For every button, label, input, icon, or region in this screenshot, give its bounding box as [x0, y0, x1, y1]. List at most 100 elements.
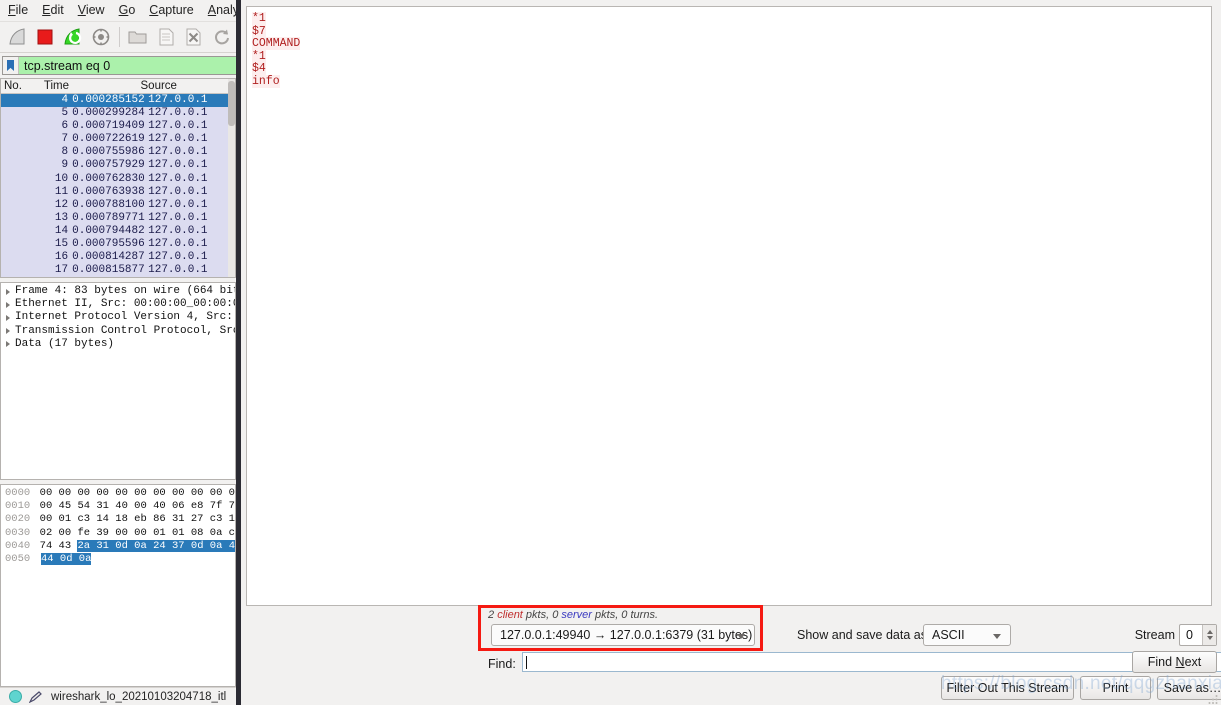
column-header-no[interactable]: No. [1, 80, 40, 92]
hex-row[interactable]: 0010 00 45 54 31 40 00 40 06 e8 7f 7 [1, 500, 235, 513]
save-file-icon[interactable] [152, 24, 179, 51]
cell-time: 0.000722619 [72, 133, 145, 146]
stream-content-pane[interactable]: *1 $7 COMMAND *1 $4 info [246, 6, 1212, 606]
cell-no: 4 [61, 94, 69, 106]
column-header-time[interactable]: Time [40, 80, 137, 92]
find-next-button[interactable]: Find Next [1132, 651, 1217, 673]
cell-time: 0.000789771 [72, 211, 145, 224]
packet-bytes-pane[interactable]: 0000 00 00 00 00 00 00 00 00 00 00 0 0010 0… [0, 484, 236, 687]
stream-number-stepper[interactable]: 0 [1179, 624, 1217, 646]
table-row[interactable]: 4 0.000285152 127.0.0.1 [1, 94, 235, 108]
cell-no: 15 [54, 238, 69, 251]
hex-offset: 0000 [5, 487, 31, 499]
table-row[interactable]: 11 0.000763938 127.0.0.1 [1, 186, 235, 199]
hex-offset: 0030 [5, 526, 31, 539]
column-header-source[interactable]: Source [137, 80, 235, 92]
detail-row[interactable]: Internet Protocol Version 4, Src: 1 [1, 311, 235, 324]
hex-row[interactable]: 0030 02 00 fe 39 00 00 01 01 08 0a c [1, 527, 235, 540]
wireshark-screenshot: File Edit View Go Capture Analyze [0, 0, 1221, 705]
detail-row[interactable]: Frame 4: 83 bytes on wire (664 bits [1, 285, 235, 298]
stream-line: $7 [252, 24, 1211, 39]
hex-bytes: 00 01 c3 14 18 eb 86 31 27 c3 1 [39, 513, 235, 526]
scrollbar-thumb[interactable] [228, 81, 235, 126]
cell-time: 0.000719409 [72, 120, 145, 133]
menu-view[interactable]: View [78, 3, 105, 17]
packet-list-body[interactable]: 4 0.000285152 127.0.0.1 5 0.000299284 127.0.0… [1, 94, 235, 278]
expand-triangle-icon[interactable] [1, 341, 15, 348]
bookmark-icon[interactable] [3, 57, 19, 74]
table-row[interactable]: 13 0.000789771 127.0.0.1 [1, 212, 235, 225]
stream-line: info [252, 74, 1211, 89]
reload-file-icon[interactable] [208, 24, 235, 51]
packet-list-pane[interactable]: No. Time Source 4 0.000285152 127.0.0.1 5 0.… [0, 78, 236, 278]
stop-capture-icon[interactable] [31, 24, 58, 51]
detail-row[interactable]: Transmission Control Protocol, Src [1, 325, 235, 338]
hex-row[interactable]: 0050 44 0d 0a [1, 552, 235, 566]
packet-details-pane[interactable]: Frame 4: 83 bytes on wire (664 bits Ether… [0, 282, 236, 480]
find-input[interactable] [522, 652, 1221, 672]
detail-row-label: Transmission Control Protocol, Src [15, 324, 236, 337]
packet-comment-icon[interactable] [28, 690, 42, 703]
detail-row-label: Internet Protocol Version 4, Src: 1 [15, 311, 236, 324]
menu-capture[interactable]: Capture [149, 3, 193, 17]
cell-source: 127.0.0.1 [148, 172, 208, 185]
open-file-icon[interactable] [124, 24, 151, 51]
hex-offset: 0010 [5, 500, 31, 513]
table-row[interactable]: 10 0.000762830 127.0.0.1 [1, 173, 235, 186]
stepper-up-icon[interactable] [1206, 630, 1213, 634]
table-row[interactable]: 17 0.000815877 127.0.0.1 [1, 264, 235, 277]
resize-grip[interactable] [1208, 693, 1218, 704]
stream-line-text: *1 [252, 12, 266, 25]
table-row[interactable]: 7 0.000722619 127.0.0.1 [1, 133, 235, 146]
table-row[interactable]: 6 0.000719409 127.0.0.1 [1, 120, 235, 133]
detail-row[interactable]: Ethernet II, Src: 00:00:00_00:00:00 [1, 298, 235, 311]
hex-offset: 0040 [5, 539, 31, 552]
status-bar: wireshark_lo_20210103204718_itl [0, 687, 240, 705]
menu-go[interactable]: Go [119, 3, 136, 17]
cell-source: 127.0.0.1 [148, 94, 208, 106]
hex-bytes: 74 43 2a 31 0d 0a 24 37 0d 0a 4 [39, 539, 235, 552]
status-bar-text: wireshark_lo_20210103204718_itl [51, 690, 227, 703]
menu-file[interactable]: File [8, 3, 28, 17]
hex-selected-bytes: 2a 31 0d 0a 24 37 0d 0a 4 [77, 539, 235, 552]
data-format-value: ASCII [932, 628, 965, 642]
stepper-down-icon[interactable] [1206, 636, 1213, 640]
table-row[interactable]: 15 0.000795596 127.0.0.1 [1, 238, 235, 251]
cell-no: 12 [54, 198, 69, 211]
packet-list-scrollbar[interactable] [228, 79, 235, 277]
capture-options-icon[interactable] [87, 24, 114, 51]
cell-source: 127.0.0.1 [148, 159, 208, 172]
data-format-dropdown[interactable]: ASCII [923, 624, 1011, 646]
table-row[interactable]: 16 0.000814287 127.0.0.1 [1, 251, 235, 264]
cell-time: 0.000762830 [72, 172, 145, 185]
print-button[interactable]: Print [1080, 676, 1151, 700]
filter-out-this-stream-button[interactable]: Filter Out This Stream [941, 676, 1074, 700]
stream-number-value: 0 [1186, 628, 1193, 642]
detail-row[interactable]: Data (17 bytes) [1, 338, 235, 351]
menu-edit[interactable]: Edit [42, 3, 64, 17]
expand-triangle-icon[interactable] [1, 288, 15, 295]
expand-triangle-icon[interactable] [1, 328, 15, 335]
expand-triangle-icon[interactable] [1, 314, 15, 321]
cell-no: 16 [54, 251, 69, 264]
stepper-buttons[interactable] [1202, 625, 1216, 645]
table-row[interactable]: 12 0.000788100 127.0.0.1 [1, 199, 235, 212]
close-file-icon[interactable] [180, 24, 207, 51]
display-filter-input[interactable]: tcp.stream eq 0 [2, 56, 238, 75]
start-capture-icon[interactable] [3, 24, 30, 51]
stream-line: COMMAND [252, 37, 1211, 51]
cell-time: 0.000763938 [72, 185, 145, 198]
restart-capture-icon[interactable] [59, 24, 86, 51]
table-row[interactable]: 180.000830140127.0.0.1 [1, 277, 235, 278]
hex-row[interactable]: 0000 00 00 00 00 00 00 00 00 00 00 0 [1, 487, 235, 500]
expand-triangle-icon[interactable] [1, 301, 15, 308]
text-caret [526, 655, 527, 669]
table-row[interactable]: 14 0.000794482 127.0.0.1 [1, 225, 235, 238]
table-row[interactable]: 9 0.000757929 127.0.0.1 [1, 159, 235, 172]
hex-row[interactable]: 0040 74 43 2a 31 0d 0a 24 37 0d 0a 4 [1, 539, 235, 553]
table-row[interactable]: 8 0.000755986 127.0.0.1 [1, 146, 235, 159]
hex-row[interactable]: 0020 00 01 c3 14 18 eb 86 31 27 c3 1 [1, 513, 235, 526]
capture-status-icon[interactable] [9, 690, 22, 703]
table-row[interactable]: 5 0.000299284 127.0.0.1 [1, 107, 235, 120]
hex-bytes: 00 00 00 00 00 00 00 00 00 00 0 [39, 487, 235, 499]
